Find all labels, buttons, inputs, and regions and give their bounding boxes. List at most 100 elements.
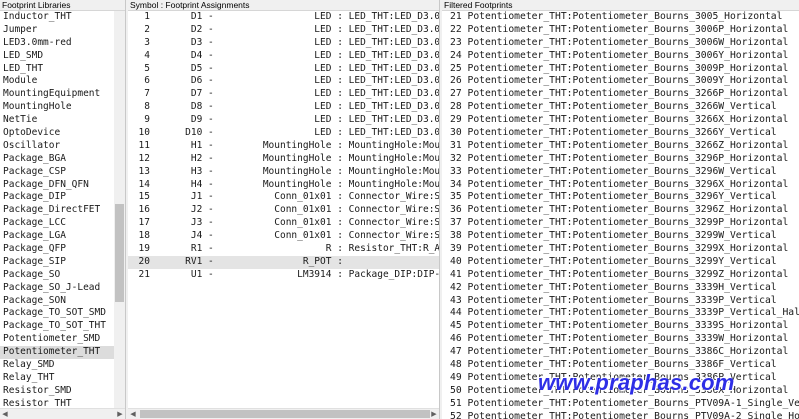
library-item[interactable]: Package_LGA — [0, 230, 125, 243]
filtered-footprint-item[interactable]: 31 Potentiometer_THT:Potentiometer_Bourn… — [442, 140, 799, 153]
assignment-value: LED — [314, 114, 332, 126]
filtered-footprint-item[interactable]: 25 Potentiometer_THT:Potentiometer_Bourn… — [442, 63, 799, 76]
filtered-footprint-item[interactable]: 28 Potentiometer_THT:Potentiometer_Bourn… — [442, 101, 799, 114]
library-item[interactable]: OptoDevice — [0, 127, 125, 140]
library-item[interactable]: Package_SO — [0, 269, 125, 282]
library-item[interactable]: LED_THT — [0, 63, 125, 76]
assignment-row[interactable]: 8 D8 - LED : LED_THT:LED_D3.0mm — [128, 101, 439, 114]
libraries-horizontal-scrollbar[interactable]: ◀ ▶ — [0, 408, 125, 419]
assignment-reference: H2 - — [190, 152, 214, 164]
assignment-row[interactable]: 14 H4 - MountingHole : MountingHole:Moun… — [128, 179, 439, 192]
assignment-row[interactable]: 3 D3 - LED : LED_THT:LED_D3.0mm — [128, 37, 439, 50]
assignment-row[interactable]: 2 D2 - LED : LED_THT:LED_D3.0mm — [128, 24, 439, 37]
library-item[interactable]: MountingHole — [0, 101, 125, 114]
assignment-row[interactable]: 17 J3 - Conn_01x01 : Connector_Wire:Sol — [128, 217, 439, 230]
assignment-row[interactable]: 6 D6 - LED : LED_THT:LED_D3.0mm — [128, 75, 439, 88]
filtered-footprint-item[interactable]: 52 Potentiometer_THT:Potentiometer_Bourn… — [442, 411, 799, 419]
assignment-value: LED — [314, 49, 332, 61]
library-item[interactable]: Oscillator — [0, 140, 125, 153]
library-item[interactable]: Package_SIP — [0, 256, 125, 269]
filtered-footprint-item[interactable]: 22 Potentiometer_THT:Potentiometer_Bourn… — [442, 24, 799, 37]
filtered-footprint-item[interactable]: 23 Potentiometer_THT:Potentiometer_Bourn… — [442, 37, 799, 50]
assignment-row[interactable]: 9 D9 - LED : LED_THT:LED_D3.0mm — [128, 114, 439, 127]
assignment-row[interactable]: 7 D7 - LED : LED_THT:LED_D3.0mm — [128, 88, 439, 101]
assignment-row[interactable]: 20 RV1 - R_POT : — [128, 255, 439, 269]
filtered-footprint-item[interactable]: 38 Potentiometer_THT:Potentiometer_Bourn… — [442, 230, 799, 243]
assignments-scroll-thumb[interactable] — [140, 410, 430, 418]
filtered-footprint-item[interactable]: 39 Potentiometer_THT:Potentiometer_Bourn… — [442, 243, 799, 256]
library-item[interactable]: Package_SON — [0, 295, 125, 308]
assignment-value: R_POT — [302, 255, 332, 267]
library-item[interactable]: LED3.0mm-red — [0, 37, 125, 50]
filtered-footprint-item[interactable]: 33 Potentiometer_THT:Potentiometer_Bourn… — [442, 166, 799, 179]
assignment-reference: D4 - — [190, 49, 214, 61]
library-item[interactable]: Package_LCC — [0, 217, 125, 230]
library-item[interactable]: Potentiometer_SMD — [0, 333, 125, 346]
library-item[interactable]: Package_CSP — [0, 166, 125, 179]
library-item[interactable]: LED_SMD — [0, 50, 125, 63]
library-item[interactable]: Package_QFP — [0, 243, 125, 256]
filtered-footprint-item[interactable]: 41 Potentiometer_THT:Potentiometer_Bourn… — [442, 269, 799, 282]
library-item[interactable]: Package_BGA — [0, 153, 125, 166]
triangle-left-icon[interactable]: ◀ — [128, 409, 138, 419]
filtered-footprint-item[interactable]: 51 Potentiometer_THT:Potentiometer_Bourn… — [442, 398, 799, 411]
filtered-footprint-item[interactable]: 32 Potentiometer_THT:Potentiometer_Bourn… — [442, 153, 799, 166]
assignment-row[interactable]: 19 R1 - R : Resistor_THT:R_Axi — [128, 243, 439, 256]
library-item[interactable]: Package_DirectFET — [0, 204, 125, 217]
filtered-footprint-item[interactable]: 40 Potentiometer_THT:Potentiometer_Bourn… — [442, 256, 799, 269]
assignment-row[interactable]: 15 J1 - Conn_01x01 : Connector_Wire:Sol — [128, 191, 439, 204]
filtered-footprint-item[interactable]: 30 Potentiometer_THT:Potentiometer_Bourn… — [442, 127, 799, 140]
assignment-row[interactable]: 18 J4 - Conn_01x01 : Connector_Wire:Sol — [128, 230, 439, 243]
library-item[interactable]: Resistor_SMD — [0, 385, 125, 398]
triangle-right-icon[interactable]: ▶ — [115, 409, 125, 419]
assignment-row[interactable]: 5 D5 - LED : LED_THT:LED_D3.0mm — [128, 63, 439, 76]
library-item[interactable]: Module — [0, 75, 125, 88]
assignment-row[interactable]: 12 H2 - MountingHole : MountingHole:Moun… — [128, 153, 439, 166]
triangle-right-icon[interactable]: ▶ — [429, 409, 439, 419]
filtered-footprint-item[interactable]: 21 Potentiometer_THT:Potentiometer_Bourn… — [442, 11, 799, 24]
library-item[interactable]: Package_TO_SOT_SMD — [0, 307, 125, 320]
filtered-footprint-item[interactable]: 44 Potentiometer_THT:Potentiometer_Bourn… — [442, 307, 799, 320]
filtered-footprint-item[interactable]: 35 Potentiometer_THT:Potentiometer_Bourn… — [442, 191, 799, 204]
filtered-footprint-item[interactable]: 24 Potentiometer_THT:Potentiometer_Bourn… — [442, 50, 799, 63]
library-item[interactable]: Relay_THT — [0, 372, 125, 385]
filtered-footprints-panel: Filtered Footprints 21 Potentiometer_THT… — [442, 0, 799, 419]
filtered-footprint-item[interactable]: 26 Potentiometer_THT:Potentiometer_Bourn… — [442, 75, 799, 88]
library-item[interactable]: MountingEquipment — [0, 88, 125, 101]
assignment-row[interactable]: 13 H3 - MountingHole : MountingHole:Moun… — [128, 166, 439, 179]
filtered-footprint-item[interactable]: 29 Potentiometer_THT:Potentiometer_Bourn… — [442, 114, 799, 127]
assignment-row[interactable]: 1 D1 - LED : LED_THT:LED_D3.0mm — [128, 11, 439, 24]
libraries-vertical-scrollbar[interactable] — [114, 11, 125, 409]
library-item[interactable]: Inductor_THT — [0, 11, 125, 24]
filtered-footprint-item[interactable]: 27 Potentiometer_THT:Potentiometer_Bourn… — [442, 88, 799, 101]
library-item[interactable]: Package_SO_J-Lead — [0, 282, 125, 295]
filtered-footprint-item[interactable]: 42 Potentiometer_THT:Potentiometer_Bourn… — [442, 282, 799, 295]
library-item[interactable]: Potentiometer_THT — [0, 346, 125, 360]
filtered-footprint-item[interactable]: 34 Potentiometer_THT:Potentiometer_Bourn… — [442, 179, 799, 192]
filtered-footprint-item[interactable]: 47 Potentiometer_THT:Potentiometer_Bourn… — [442, 346, 799, 359]
assignment-number: 14 — [138, 178, 150, 190]
assignments-horizontal-scrollbar[interactable]: ◀ ▶ — [128, 408, 439, 419]
filtered-footprint-item[interactable]: 36 Potentiometer_THT:Potentiometer_Bourn… — [442, 204, 799, 217]
assignment-row[interactable]: 21 U1 - LM3914 : Package_DIP:DIP-18 — [128, 269, 439, 282]
library-item[interactable]: Package_TO_SOT_THT — [0, 320, 125, 333]
library-item[interactable]: Relay_SMD — [0, 359, 125, 372]
assignment-row[interactable]: 11 H1 - MountingHole : MountingHole:Moun… — [128, 140, 439, 153]
filtered-footprint-item[interactable]: 43 Potentiometer_THT:Potentiometer_Bourn… — [442, 295, 799, 308]
assignment-row[interactable]: 10 D10 - LED : LED_THT:LED_D3.0mm — [128, 127, 439, 140]
assignment-row[interactable]: 4 D4 - LED : LED_THT:LED_D3.0mm — [128, 50, 439, 63]
filtered-footprint-item[interactable]: 45 Potentiometer_THT:Potentiometer_Bourn… — [442, 320, 799, 333]
filtered-footprint-item[interactable]: 46 Potentiometer_THT:Potentiometer_Bourn… — [442, 333, 799, 346]
assignment-footprint: : LED_THT:LED_D3.0mm — [337, 114, 439, 126]
library-item[interactable]: Package_DFN_QFN — [0, 179, 125, 192]
assignment-row[interactable]: 16 J2 - Conn_01x01 : Connector_Wire:Sol — [128, 204, 439, 217]
library-item[interactable]: Jumper — [0, 24, 125, 37]
triangle-left-icon[interactable]: ◀ — [0, 409, 10, 419]
filtered-footprint-item[interactable]: 37 Potentiometer_THT:Potentiometer_Bourn… — [442, 217, 799, 230]
assignment-footprint: : Connector_Wire:Sol — [337, 230, 439, 242]
libraries-scroll-thumb[interactable] — [115, 204, 124, 302]
footprint-libraries-panel: Footprint Libraries Inductor_THT Jumper LE… — [0, 0, 126, 419]
library-item[interactable]: Package_DIP — [0, 191, 125, 204]
library-item[interactable]: NetTie — [0, 114, 125, 127]
assignment-footprint: : LED_THT:LED_D3.0mm — [337, 88, 439, 100]
